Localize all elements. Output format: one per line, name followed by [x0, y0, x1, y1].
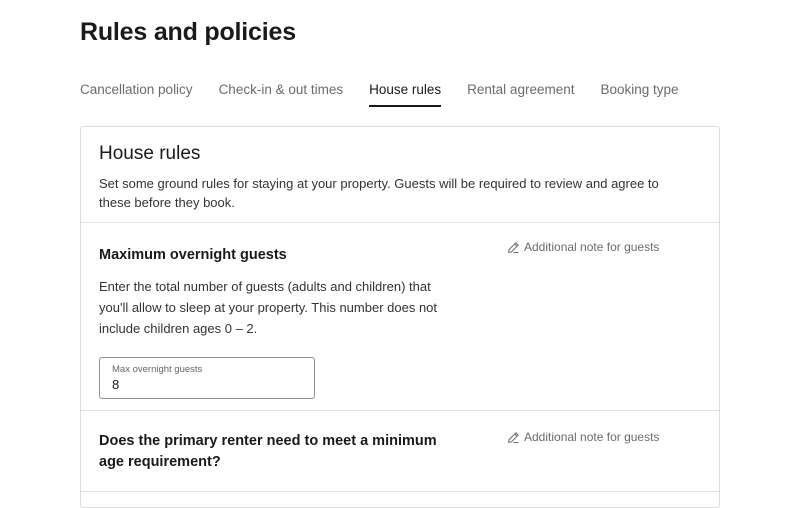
section-title: Does the primary renter need to meet a m… [99, 433, 437, 470]
field-label: Max overnight guests [112, 364, 203, 375]
pencil-icon [508, 241, 519, 253]
card-header: House rules Set some ground rules for st… [81, 127, 719, 223]
pencil-icon [508, 431, 519, 443]
tab-cancellation-policy[interactable]: Cancellation policy [80, 78, 193, 106]
policy-tabs: Cancellation policy Check-in & out times… [80, 78, 705, 108]
additional-note-link[interactable]: Additional note for guests [507, 430, 659, 444]
tab-house-rules[interactable]: House rules [369, 78, 442, 107]
max-guests-section: Maximum overnight guests Enter the total… [81, 223, 719, 411]
tab-check-in-out-times[interactable]: Check-in & out times [219, 78, 344, 106]
additional-note-label: Additional note for guests [524, 240, 660, 254]
house-rules-card: House rules Set some ground rules for st… [80, 126, 720, 508]
section-title: Maximum overnight guests [99, 247, 287, 263]
additional-note-label: Additional note for guests [524, 430, 660, 444]
max-overnight-guests-input[interactable] [112, 377, 292, 392]
additional-note-link[interactable]: Additional note for guests [507, 240, 659, 254]
card-description: Set some ground rules for staying at you… [99, 176, 659, 210]
tab-rental-agreement[interactable]: Rental agreement [467, 78, 574, 106]
section-description: Enter the total number of guests (adults… [99, 279, 438, 336]
page-title: Rules and policies [80, 18, 296, 46]
card-title: House rules [99, 143, 201, 164]
max-overnight-guests-field[interactable]: Max overnight guests [99, 357, 315, 399]
tab-booking-type[interactable]: Booking type [600, 78, 678, 106]
